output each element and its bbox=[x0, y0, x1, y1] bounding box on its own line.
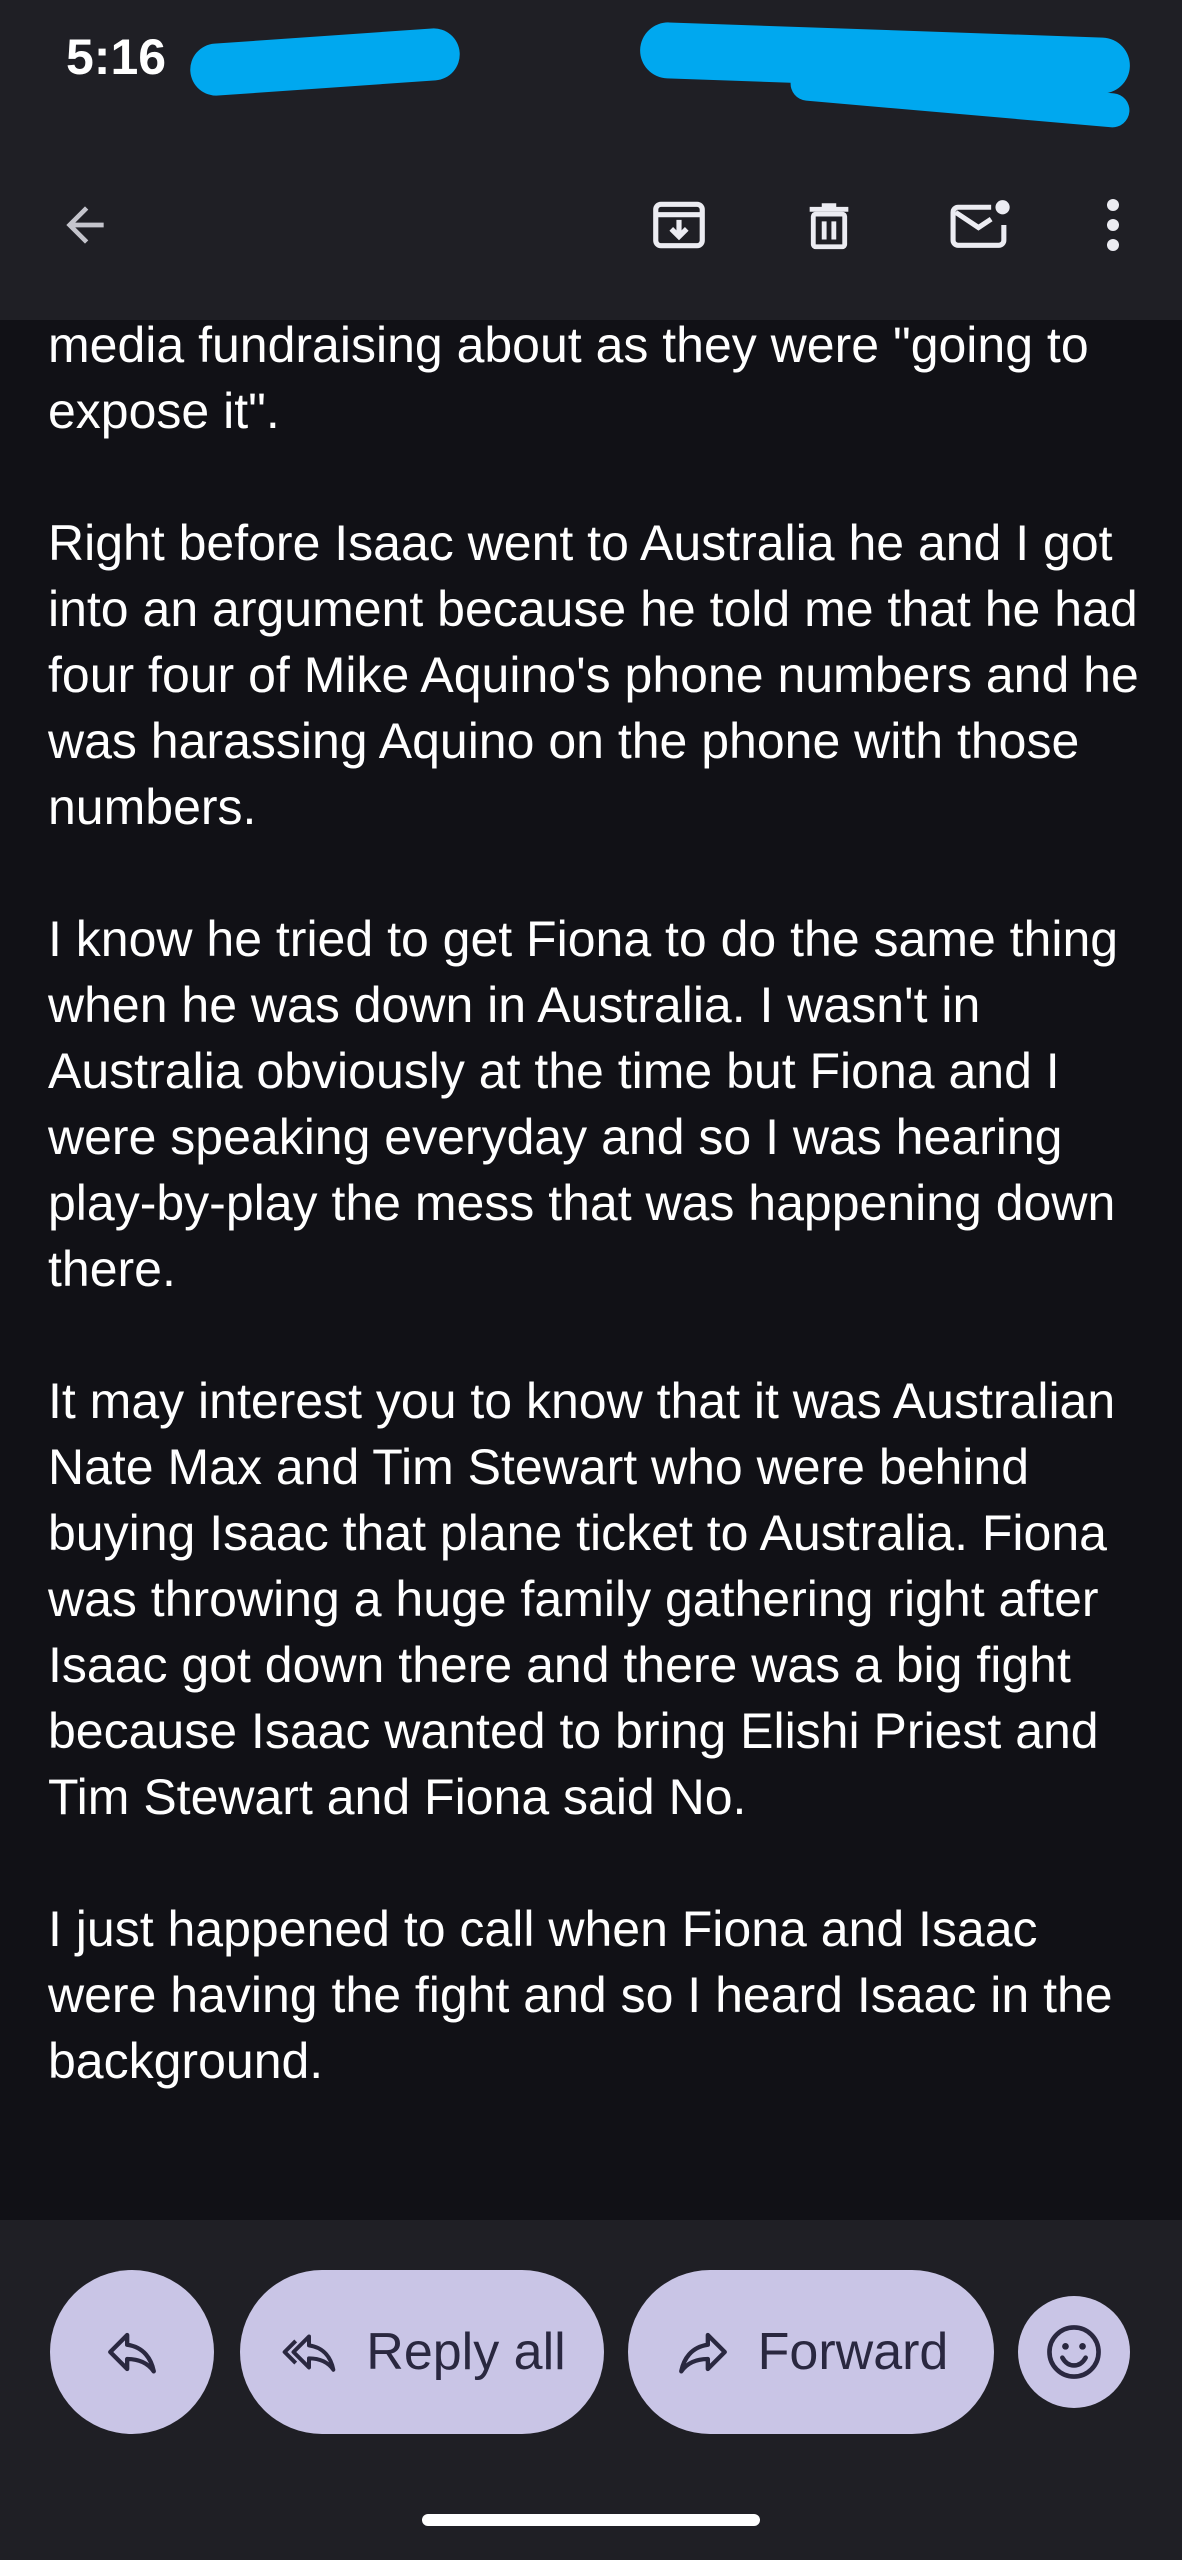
message-text: media fundraising about as they were "go… bbox=[48, 320, 1158, 2160]
more-vert-icon bbox=[1107, 199, 1119, 251]
status-time: 5:16 bbox=[66, 29, 167, 85]
message-body: media fundraising about as they were "go… bbox=[0, 320, 1182, 2220]
forward-button[interactable]: Forward bbox=[628, 2270, 994, 2434]
message-paragraph-2: Right before Isaac went to Australia he … bbox=[48, 515, 1139, 835]
status-bar: 5:16 bbox=[0, 0, 1182, 130]
redaction-left bbox=[188, 26, 462, 98]
reply-all-icon bbox=[278, 2323, 340, 2381]
message-action-bar: Reply all Forward bbox=[0, 2220, 1182, 2560]
more-options-button[interactable] bbox=[1068, 180, 1158, 270]
back-button[interactable] bbox=[40, 180, 130, 270]
gmail-message-screen: 5:16 media fundraising about as they wer… bbox=[0, 0, 1182, 2560]
reply-all-label: Reply all bbox=[366, 2323, 566, 2381]
trash-icon bbox=[809, 203, 849, 250]
reply-button[interactable] bbox=[50, 2270, 214, 2434]
emoji-reaction-button[interactable] bbox=[1018, 2296, 1130, 2408]
app-bar bbox=[0, 130, 1182, 320]
message-paragraph-4: It may interest you to know that it was … bbox=[48, 1373, 1116, 1825]
arrow-back-icon bbox=[66, 206, 104, 244]
forward-label: Forward bbox=[757, 2323, 949, 2381]
archive-icon bbox=[653, 201, 705, 249]
archive-button[interactable] bbox=[634, 180, 724, 270]
home-indicator[interactable] bbox=[422, 2514, 760, 2526]
forward-icon bbox=[674, 2323, 732, 2381]
message-paragraph-5: I just happened to call when Fiona and I… bbox=[48, 1901, 1113, 2089]
delete-button[interactable] bbox=[784, 180, 874, 270]
emoji-icon bbox=[1047, 2325, 1101, 2379]
message-paragraph-3: I know he tried to get Fiona to do the s… bbox=[48, 911, 1119, 1297]
mail-unread-icon bbox=[950, 200, 1010, 248]
reply-icon bbox=[108, 2332, 156, 2374]
reply-all-button[interactable]: Reply all bbox=[240, 2270, 604, 2434]
mark-unread-button[interactable] bbox=[936, 180, 1026, 270]
message-paragraph-1: media fundraising about as they were "go… bbox=[48, 320, 1089, 439]
